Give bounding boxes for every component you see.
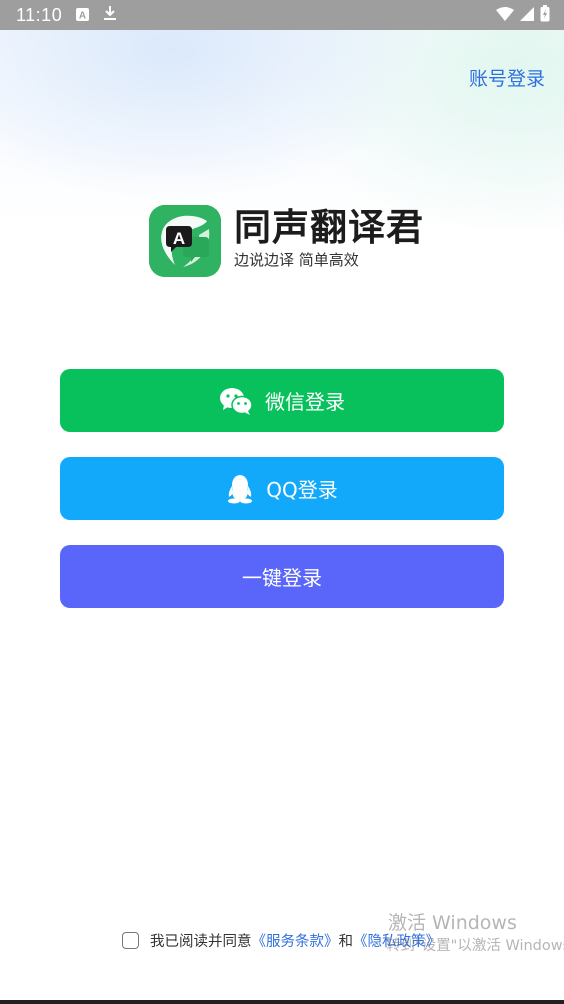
status-time: 11:10: [16, 4, 63, 25]
bottom-border: [0, 1000, 564, 1004]
terms-of-service-link[interactable]: 《服务条款》: [252, 930, 339, 951]
logo-letter: A: [173, 229, 185, 248]
app-slogan: 边说边译 简单高效: [234, 251, 359, 269]
signal-icon: [520, 6, 534, 25]
windows-activation-watermark-subtitle: 转到"设置"以激活 Windows。: [386, 938, 564, 954]
agreement-conjunction: 和: [338, 934, 354, 950]
battery-icon: [540, 4, 550, 26]
download-icon: [103, 5, 117, 25]
one-key-login-label: 一键登录: [242, 566, 322, 590]
svg-text:A: A: [79, 10, 86, 21]
wifi-icon: [496, 6, 514, 25]
wechat-login-label: 微信登录: [265, 390, 345, 414]
a-notification-icon: A: [76, 6, 90, 25]
qq-penguin-icon: [226, 474, 254, 504]
app-title: 同声翻译君: [234, 206, 424, 249]
login-screen: 11:10 A 账号登录 A 同声翻译君 边说边译 简单高效 微信登录 QQ登录…: [0, 0, 564, 1004]
agreement-checkbox[interactable]: [122, 932, 139, 949]
account-login-link[interactable]: 账号登录: [469, 64, 545, 91]
one-key-login-button[interactable]: 一键登录: [60, 545, 504, 608]
translate-chat-icon: A: [149, 205, 221, 277]
status-system-icons: [496, 4, 550, 26]
wechat-icon: [219, 387, 253, 415]
status-bar: 11:10 A: [0, 0, 564, 30]
qq-login-label: QQ登录: [266, 478, 338, 502]
qq-login-button[interactable]: QQ登录: [60, 457, 504, 520]
wechat-login-button[interactable]: 微信登录: [60, 369, 504, 432]
windows-activation-watermark-title: 激活 Windows: [388, 912, 517, 934]
agreement-prefix: 我已阅读并同意: [150, 934, 252, 950]
status-notification-icons: A: [76, 5, 117, 25]
